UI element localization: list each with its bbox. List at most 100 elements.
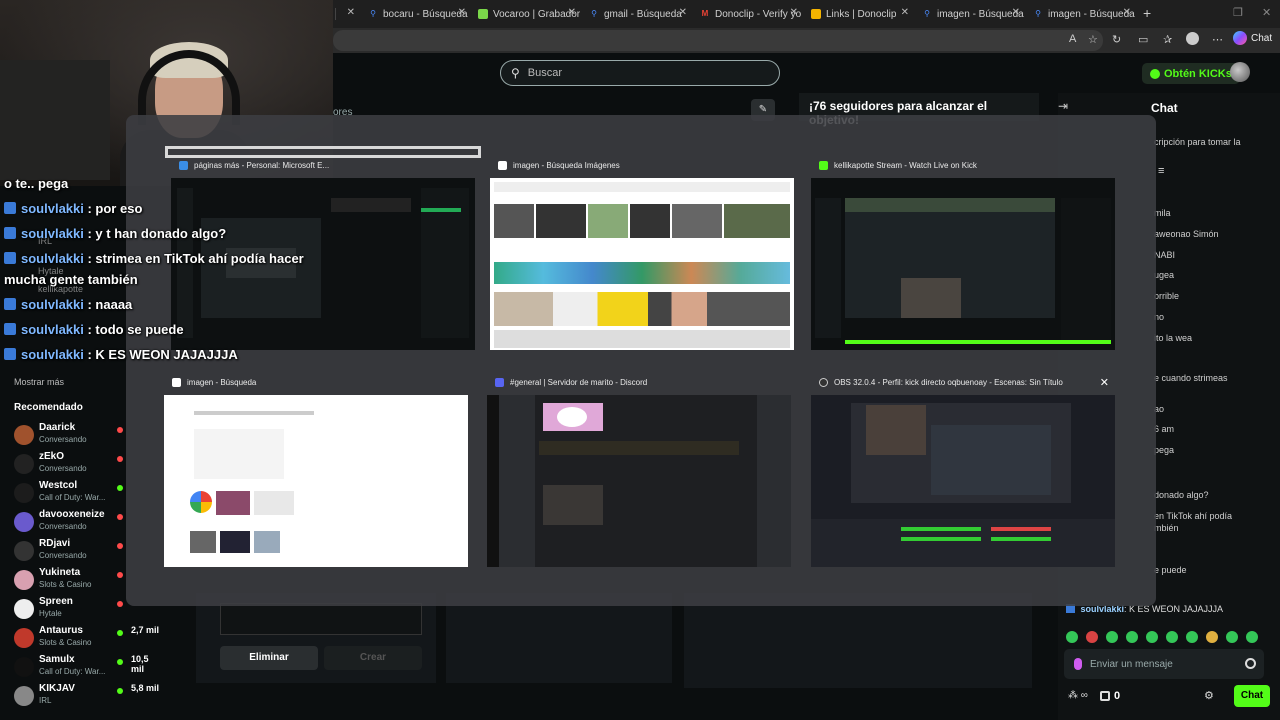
settings-icon[interactable]: ⚙ (1204, 689, 1214, 702)
tab-donoclip-links[interactable]: Links | Donoclip ✕ (805, 4, 913, 24)
tab-imagen-1[interactable]: ⚲ imagen - Búsqueda ✕ (916, 4, 1024, 24)
emote-icon[interactable] (1146, 631, 1158, 643)
search-icon: ⚲ (1035, 9, 1041, 18)
tab-gmail-search[interactable]: ⚲ gmail - Búsqueda ✕ (583, 4, 691, 24)
overlay-message: o te.. pega (4, 176, 69, 191)
screen: ✕ ⚲ bocaru - Búsqueda ✕ Vocaroo | Grabad… (0, 0, 1280, 720)
emoji-picker-icon[interactable] (1245, 658, 1256, 669)
overlay-message: : y t han donado algo? (83, 226, 227, 241)
favorite-star-icon[interactable]: ☆ (1088, 33, 1098, 46)
pinned-icon[interactable]: ≡ (1158, 165, 1164, 177)
donoclip-icon (811, 9, 821, 19)
close-icon[interactable]: ✕ (901, 7, 909, 18)
tab-donoclip-verify[interactable]: M Donoclip - Verify yo ✕ (694, 4, 802, 24)
refresh-icon[interactable]: ↻ (1112, 33, 1121, 46)
restore-icon[interactable]: ❐ (1233, 6, 1243, 19)
channel-name: Antaurus (39, 625, 83, 636)
tab-close-partial[interactable]: ✕ (337, 4, 359, 24)
address-bar[interactable] (333, 30, 1103, 51)
split-screen-icon[interactable]: ▭ (1138, 33, 1148, 46)
close-icon[interactable]: ✕ (679, 7, 687, 18)
emote-icon[interactable] (1086, 631, 1098, 643)
create-button[interactable]: Crear (324, 646, 422, 670)
emote-icon[interactable] (1246, 631, 1258, 643)
emote-icon[interactable] (1106, 631, 1118, 643)
search-input[interactable]: ⚲ Buscar (500, 60, 780, 86)
overlay-message: : por eso (83, 201, 143, 216)
window-title: imagen - Búsqueda Imágenes (513, 160, 620, 170)
message-textarea[interactable] (220, 603, 422, 635)
close-icon[interactable]: ✕ (568, 7, 576, 18)
live-dot (117, 601, 123, 607)
close-window-icon[interactable]: ✕ (1100, 376, 1109, 389)
search-icon: ⚲ (591, 9, 597, 18)
microphone-icon[interactable] (1074, 658, 1082, 670)
chat-input[interactable]: Enviar un mensaje (1064, 649, 1264, 679)
read-aloud-icon[interactable]: A (1069, 33, 1076, 45)
live-dot (117, 543, 123, 549)
chat-message-fragment: e puede (1154, 565, 1187, 575)
window-title: #general | Servidor de marito - Discord (510, 377, 648, 387)
emote-icon[interactable] (1206, 631, 1218, 643)
delete-button[interactable]: Eliminar (220, 646, 318, 670)
channel-name: Westcol (39, 480, 78, 491)
recommended-channel[interactable]: Samulx Call of Duty: War... 10,5 mil (14, 653, 164, 681)
emote-icon[interactable] (1166, 631, 1178, 643)
tab-vocaroo[interactable]: Vocaroo | Grabador ✕ (472, 4, 580, 24)
channel-category: IRL (39, 696, 52, 705)
menu-dots-icon[interactable]: ⋯ (1212, 33, 1223, 46)
recommended-channel[interactable]: KIKJAV IRL 5,8 mil (14, 682, 164, 710)
chat-message-fragment: mbién (1154, 523, 1179, 533)
copilot-chat-button[interactable]: Chat (1233, 31, 1272, 45)
chat-message-fragment: pega (1154, 445, 1175, 455)
recommended-heading: Recomendado (14, 402, 83, 413)
show-more-link[interactable]: Mostrar más (14, 377, 64, 387)
send-chat-button[interactable]: Chat (1234, 685, 1270, 707)
close-icon[interactable]: ✕ (347, 7, 355, 18)
window-title: imagen - Búsqueda (187, 377, 257, 387)
emote-row (1066, 631, 1258, 643)
live-dot (117, 456, 123, 462)
window-title: kellikapotte Stream - Watch Live on Kick (834, 160, 977, 170)
get-kicks-button[interactable]: Obtén KICKs (1142, 63, 1240, 84)
platform-badge-icon (4, 323, 16, 335)
close-icon[interactable]: ✕ (1123, 7, 1131, 18)
collapse-chat-icon[interactable]: ⇥ (1058, 99, 1068, 113)
close-icon[interactable]: ✕ (790, 7, 798, 18)
chat-message-fragment: NABI (1154, 250, 1176, 260)
task-switcher: páginas más - Personal: Microsoft E... i… (126, 115, 1156, 606)
avatar (14, 599, 34, 619)
copilot-label: Chat (1251, 32, 1273, 44)
favorites-icon[interactable]: ✰ (1163, 33, 1172, 46)
recommended-channel[interactable]: Antaurus Slots & Casino 2,7 mil (14, 624, 164, 652)
user-avatar[interactable] (1230, 62, 1250, 82)
live-dot (117, 514, 123, 520)
tab-bocaru[interactable]: ⚲ bocaru - Búsqueda ✕ (362, 4, 470, 24)
chat-message-fragment: ito la wea (1154, 333, 1193, 343)
window-thumbnail (490, 178, 794, 350)
avatar (14, 570, 34, 590)
new-tab-icon[interactable]: + (1143, 5, 1151, 21)
channel-category: Call of Duty: War... (39, 667, 106, 676)
emote-icon[interactable] (1226, 631, 1238, 643)
close-window-icon[interactable]: ✕ (1262, 6, 1271, 19)
kick-icon (819, 160, 828, 170)
emote-icon[interactable] (1066, 631, 1078, 643)
emote-icon[interactable] (1186, 631, 1198, 643)
chat-message-fragment: orrible (1154, 291, 1180, 301)
channel-category: Conversando (39, 435, 87, 444)
avatar (14, 657, 34, 677)
live-dot (117, 485, 123, 491)
profile-icon[interactable] (1186, 32, 1199, 45)
platform-badge-icon (4, 252, 16, 264)
infinity-icon[interactable]: ⁂ ∞ (1068, 690, 1088, 701)
get-kicks-label: Obtén KICKs (1164, 67, 1232, 80)
viewer-count: 5,8 mil (131, 683, 160, 693)
close-icon[interactable]: ✕ (1012, 7, 1020, 18)
tab-label: bocaru - Búsqueda (383, 8, 468, 20)
close-icon[interactable]: ✕ (458, 7, 466, 18)
window-title: páginas más - Personal: Microsoft E... (194, 160, 330, 170)
channel-name: KIKJAV (39, 683, 75, 694)
emote-icon[interactable] (1126, 631, 1138, 643)
tab-imagen-2[interactable]: ⚲ imagen - Búsqueda ✕ (1027, 4, 1135, 24)
